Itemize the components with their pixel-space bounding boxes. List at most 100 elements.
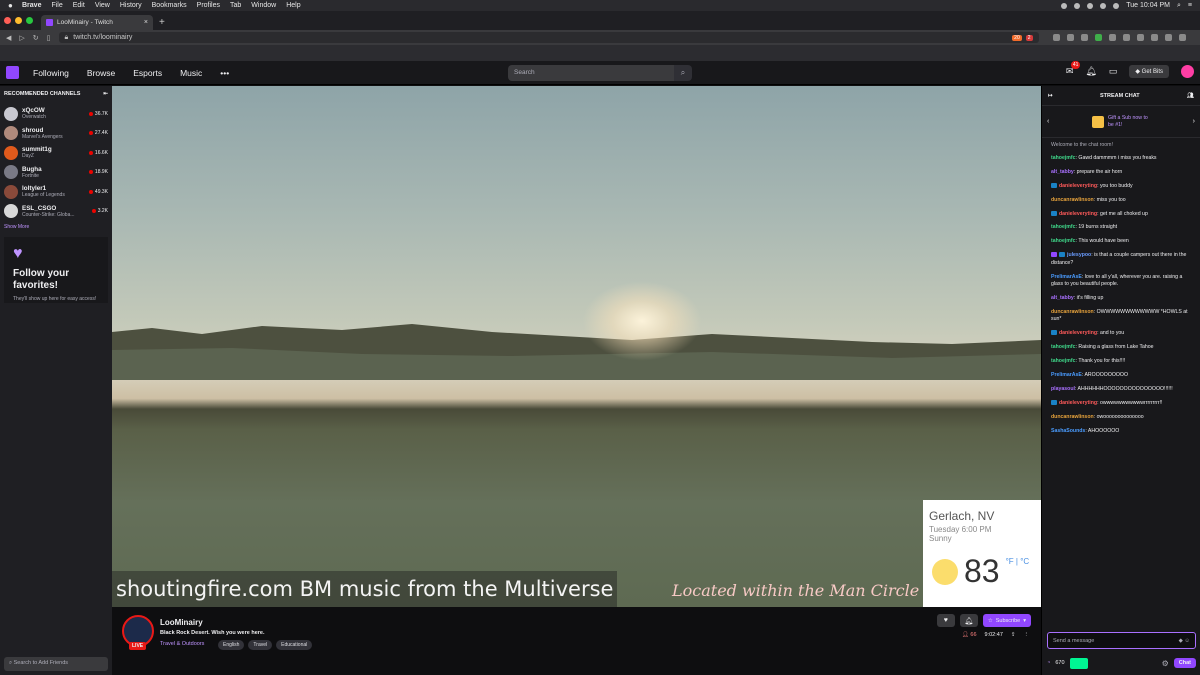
tag-educational[interactable]: Educational (276, 640, 313, 650)
menu-icon[interactable] (1178, 34, 1186, 41)
tag-english[interactable]: English (218, 640, 245, 650)
more-icon[interactable]: ••• (220, 68, 229, 78)
nav-esports[interactable]: Esports (133, 68, 162, 78)
collapse-chat-icon[interactable]: ↦ (1048, 93, 1053, 99)
sidebar-channel[interactable]: shroud Marvel's Avengers 27.4K (4, 124, 108, 144)
twitch-logo-icon[interactable] (6, 66, 19, 79)
chat-username[interactable]: danieleveryting (1059, 400, 1097, 406)
sidebar-channel[interactable]: xQcOW Overwatch 36.7K (4, 104, 108, 124)
stream-category[interactable]: Travel & Outdoors (160, 641, 204, 647)
browser-tab[interactable]: LooMinairy - Twitch × (41, 15, 153, 30)
nav-music[interactable]: Music (180, 68, 202, 78)
nav-browse[interactable]: Browse (87, 68, 115, 78)
subscriber-badge-icon[interactable] (1051, 182, 1057, 188)
video-player[interactable]: shoutingfire.com BM music from the Multi… (112, 86, 1041, 607)
url-text[interactable]: twitch.tv/loominairy (73, 34, 132, 41)
gift-sub-content[interactable]: Gift a Sub now to be #1! (1092, 115, 1150, 129)
subscriber-badge-icon[interactable] (1051, 399, 1057, 405)
subscriber-badge-icon[interactable] (1059, 252, 1065, 258)
chat-username[interactable]: danieleveryting (1059, 183, 1097, 189)
tag-travel[interactable]: Travel (248, 640, 273, 650)
chat-send-button[interactable]: Chat (1173, 658, 1196, 668)
reload-icon[interactable]: ↻ (33, 34, 39, 42)
community-icon[interactable]: 👥︎ (1187, 93, 1194, 99)
close-window-button[interactable] (4, 17, 11, 24)
chat-username[interactable]: PrelimarAsE (1051, 372, 1082, 378)
status-icon[interactable] (1074, 2, 1081, 9)
claim-bonus-button[interactable] (1069, 657, 1088, 669)
menu-tab[interactable]: Tab (230, 2, 241, 9)
get-bits-button[interactable]: ◆ Get Bits (1129, 65, 1169, 78)
control-center-icon[interactable]: ≡ (1188, 2, 1192, 9)
inbox-icon[interactable]: ✉ 41 (1066, 61, 1081, 77)
search-input[interactable]: Search (508, 65, 674, 81)
more-options-icon[interactable]: ⋮ (1024, 632, 1030, 638)
menu-view[interactable]: View (95, 2, 110, 9)
sidebar-channel[interactable]: ESL_CSGO Counter-Strike: Globa... 3.2K (4, 202, 108, 222)
status-icon[interactable] (1087, 2, 1094, 9)
menu-app-name[interactable]: Brave (22, 2, 41, 9)
extension-icon[interactable] (1122, 34, 1130, 41)
address-bar[interactable]: 🔒︎ twitch.tv/loominairy 20 2 (58, 32, 1039, 43)
chat-username[interactable]: tahoejmfc (1051, 224, 1076, 230)
menu-help[interactable]: Help (286, 2, 300, 9)
search-icon[interactable]: ⌕ (674, 65, 692, 81)
wifi-icon[interactable] (1100, 2, 1107, 9)
sidebar-channel[interactable]: summit1g DayZ 16.6K (4, 143, 108, 163)
sidebar-channel[interactable]: loltyler1 League of Legends 49.3K (4, 182, 108, 202)
whispers-icon[interactable]: ▭ (1109, 66, 1118, 77)
minimize-window-button[interactable] (15, 17, 22, 24)
bits-emote-icons[interactable]: ◆ ☺ (1179, 638, 1190, 644)
search-icon[interactable]: ⌕ (1177, 2, 1181, 10)
chat-username[interactable]: tahoejmfc (1051, 344, 1076, 350)
menu-window[interactable]: Window (251, 2, 276, 9)
notification-bell-button[interactable]: 🔔︎ (959, 614, 978, 627)
battery-icon[interactable] (1113, 2, 1120, 9)
sidebar-channel[interactable]: Bugha Fortnite 18.9K (4, 163, 108, 183)
chat-username[interactable]: playasoul (1051, 386, 1075, 392)
chat-username[interactable]: danieleveryting (1059, 330, 1097, 336)
subscriber-badge-icon[interactable] (1051, 210, 1057, 216)
extension-icon[interactable] (1094, 34, 1102, 41)
extension-icon[interactable] (1108, 34, 1116, 41)
chat-username[interactable]: danieleveryting (1059, 211, 1097, 217)
search-friends-input[interactable]: ⌕ Search to Add Friends (4, 657, 108, 671)
bookmark-icon[interactable]: ▯ (47, 34, 51, 42)
chat-username[interactable]: alt_tabby (1051, 169, 1074, 175)
chevron-left-icon[interactable]: ‹ (1047, 118, 1049, 125)
menu-file[interactable]: File (51, 2, 62, 9)
menu-profiles[interactable]: Profiles (197, 2, 220, 9)
puzzle-icon[interactable] (1150, 34, 1158, 41)
chat-username[interactable]: alt_tabby (1051, 295, 1074, 301)
menu-bookmarks[interactable]: Bookmarks (152, 2, 187, 9)
extension-icon[interactable] (1066, 34, 1074, 41)
nav-following[interactable]: Following (33, 68, 69, 78)
status-icon[interactable] (1061, 2, 1068, 9)
chat-username[interactable]: tahoejmfc (1051, 238, 1076, 244)
chat-username[interactable]: julesypoo (1067, 252, 1091, 258)
extension-icon[interactable] (1052, 34, 1060, 41)
notifications-icon[interactable]: 🔔︎ (1085, 66, 1096, 77)
chat-username[interactable]: duncanrawlinson (1051, 414, 1094, 420)
back-icon[interactable]: ◀ (6, 34, 11, 42)
chat-username[interactable]: duncanrawlinson (1051, 309, 1094, 315)
prime-badge-icon[interactable] (1051, 252, 1057, 258)
brave-shields-icon[interactable]: 20 (1012, 34, 1022, 41)
chat-username[interactable]: tahoejmfc (1051, 358, 1076, 364)
profile-icon[interactable] (1164, 34, 1172, 41)
subscriber-badge-icon[interactable] (1051, 330, 1057, 336)
menu-edit[interactable]: Edit (73, 2, 85, 9)
show-more-link[interactable]: Show More (4, 224, 108, 230)
streamer-name[interactable]: LooMinairy (160, 618, 203, 627)
weather-units[interactable]: °F | °C (1006, 557, 1030, 566)
brave-rewards-icon[interactable]: 2 (1025, 34, 1033, 41)
follow-heart-button[interactable]: ♥ (936, 614, 955, 627)
extension-icon[interactable] (1136, 34, 1144, 41)
subscribe-button[interactable]: ☆ Subscribe ▾ (982, 614, 1031, 627)
chat-input[interactable]: Send a message ◆ ☺ (1047, 632, 1196, 649)
chat-username[interactable]: SashaSounds (1051, 428, 1085, 434)
user-avatar[interactable] (1181, 65, 1194, 78)
apple-icon[interactable]: ● (8, 1, 22, 10)
collapse-sidebar-icon[interactable]: ⇤ (103, 91, 108, 97)
chat-username[interactable]: tahoejmfc (1051, 155, 1076, 161)
